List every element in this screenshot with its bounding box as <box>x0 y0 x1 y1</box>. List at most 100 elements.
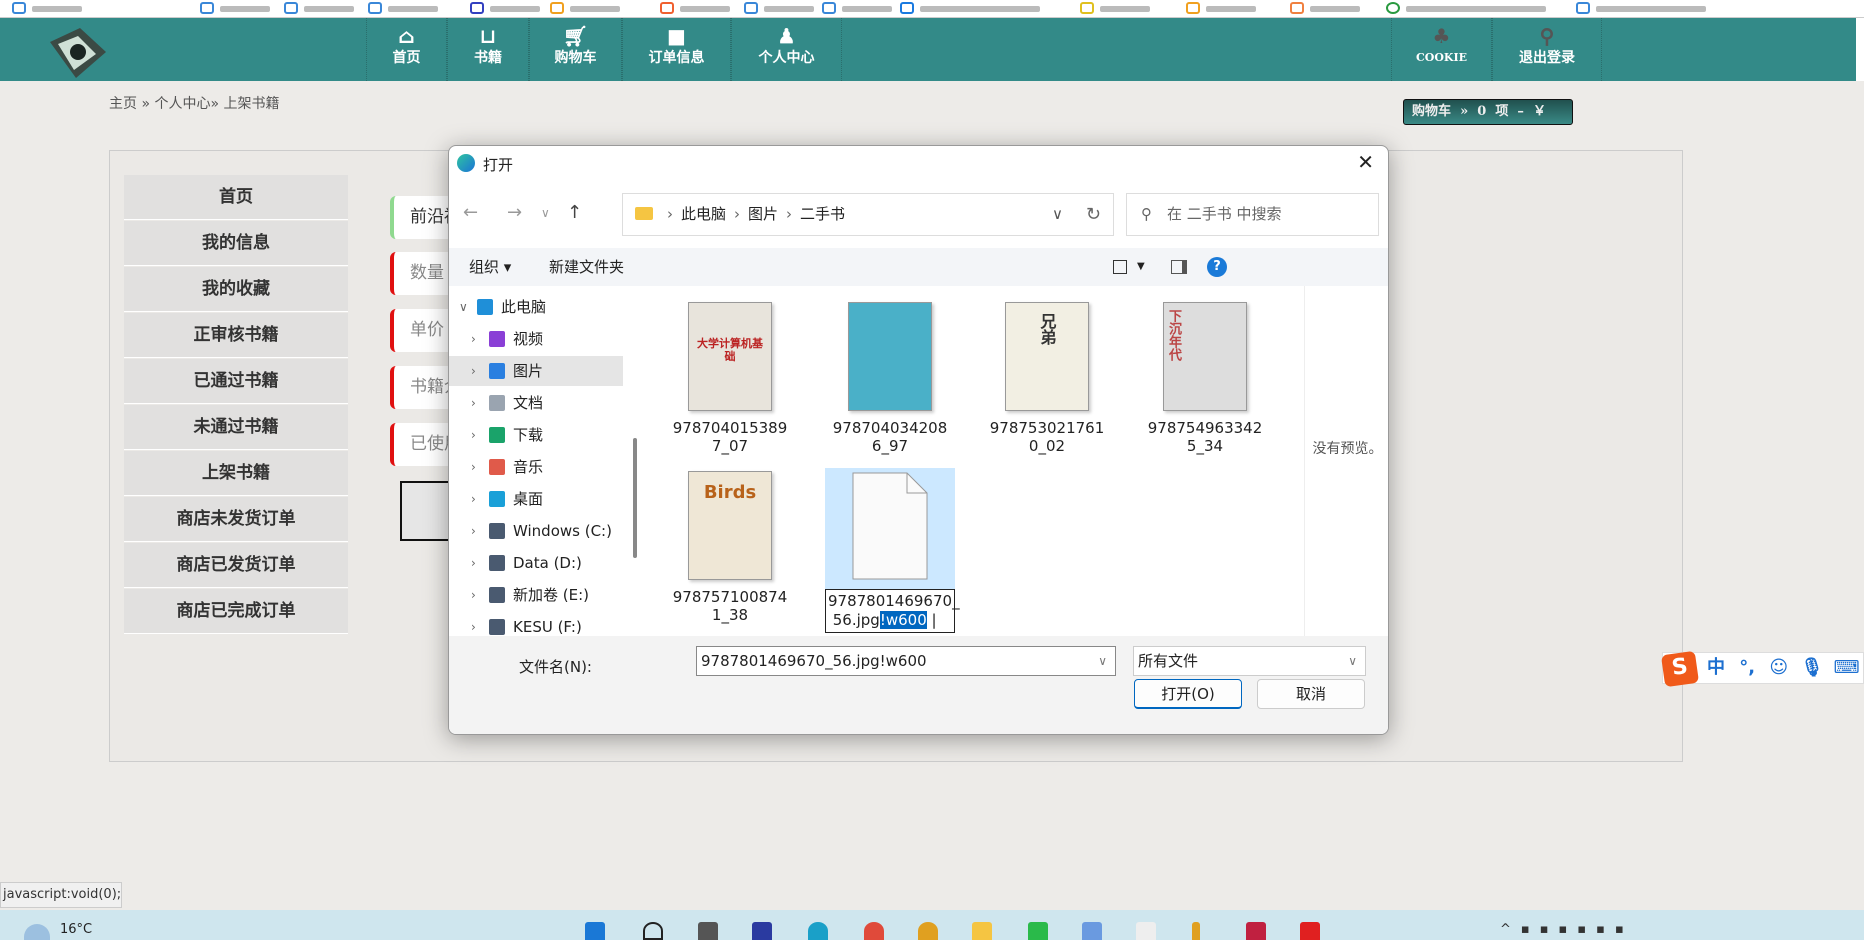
chevron-right-icon[interactable]: › <box>471 452 476 482</box>
up-icon[interactable]: ↑ <box>567 202 582 223</box>
bookmark-icon[interactable] <box>660 2 674 14</box>
view-dropdown-icon[interactable]: ▼ <box>1137 248 1145 286</box>
new-folder-button[interactable]: 新建文件夹 <box>549 248 624 286</box>
sidebar-item-list-book[interactable]: 上架书籍 <box>124 451 348 496</box>
chevron-right-icon[interactable]: › <box>471 388 476 418</box>
tree-item[interactable]: › 文档 <box>449 388 623 418</box>
sidebar-item-unshipped[interactable]: 商店未发货订单 <box>124 497 348 542</box>
system-tray-icons[interactable]: ^▪▪▪▪▪▪ <box>1500 922 1634 937</box>
bookmark-icon[interactable] <box>1576 2 1590 14</box>
nav-cart[interactable]: 🛒︎ 购物车 <box>529 18 622 81</box>
bookmark-icon[interactable] <box>200 2 214 14</box>
browser-icon[interactable] <box>864 922 884 940</box>
recent-dropdown-icon[interactable]: ∨ <box>541 206 550 220</box>
cancel-button[interactable]: 取消 <box>1257 679 1365 709</box>
bookmark-icon[interactable] <box>1080 2 1094 14</box>
bookmark-icon[interactable] <box>368 2 382 14</box>
view-icon[interactable] <box>1113 260 1127 274</box>
nav-profile[interactable]: ♟ 个人中心 <box>731 18 842 81</box>
bookmark-icon[interactable] <box>1186 2 1200 14</box>
nav-cookie[interactable]: ♣ COOKIE <box>1391 18 1492 81</box>
ime-toolbar[interactable]: S 中 °, ☺ 🎙︎ ⌨ <box>1660 650 1864 688</box>
bookmark-icon[interactable] <box>900 2 914 14</box>
bookmark-icon[interactable] <box>744 2 758 14</box>
chevron-right-icon[interactable]: › <box>471 580 476 610</box>
file-item[interactable]: 兄弟 978753021761 0_02 <box>972 302 1122 455</box>
breadcrumb-folder[interactable]: 二手书 <box>800 205 845 223</box>
tree-item[interactable]: › 桌面 <box>449 484 623 514</box>
nav-books[interactable]: ⊔ 书籍 <box>447 18 529 81</box>
sidebar-item-pending[interactable]: 正审核书籍 <box>124 313 348 358</box>
chevron-right-icon[interactable]: › <box>471 484 476 514</box>
sidebar-item-favorites[interactable]: 我的收藏 <box>124 267 348 312</box>
close-button[interactable]: ✕ <box>1357 150 1374 174</box>
sidebar-item-completed[interactable]: 商店已完成订单 <box>124 589 348 634</box>
nav-home[interactable]: ⌂ 首页 <box>366 18 447 81</box>
chevron-right-icon[interactable]: › <box>471 356 476 386</box>
back-icon[interactable]: ← <box>463 202 478 223</box>
search-icon[interactable] <box>643 922 663 940</box>
microphone-icon[interactable]: 🎙︎ <box>1800 657 1823 678</box>
chevron-right-icon[interactable]: › <box>471 420 476 450</box>
edge-icon[interactable] <box>808 922 828 940</box>
filename-input[interactable]: 9787801469670_56.jpg!w600 ∨ <box>696 646 1116 676</box>
tree-item[interactable]: › 新加卷 (E:) <box>449 580 623 610</box>
breadcrumb-pictures[interactable]: 图片 <box>748 205 778 223</box>
chrome-icon[interactable] <box>1386 2 1400 14</box>
keyboard-icon[interactable]: ⌨ <box>1834 657 1860 678</box>
nav-orders[interactable]: ■ 订单信息 <box>622 18 731 81</box>
cart-summary[interactable]: 购物车 » 0 项 – ￥ <box>1403 99 1573 125</box>
tree-item[interactable]: › 视频 <box>449 324 623 354</box>
chevron-down-icon[interactable]: ∨ <box>459 292 468 322</box>
tree-item[interactable]: ∨ 此电脑 <box>449 292 623 322</box>
start-icon[interactable] <box>585 922 605 940</box>
wechat-icon[interactable] <box>1028 922 1048 940</box>
sidebar-item-home[interactable]: 首页 <box>124 175 348 220</box>
address-bar[interactable]: › 此电脑 › 图片 › 二手书 ∨ ↻ <box>622 193 1114 236</box>
app-icon[interactable] <box>1300 922 1320 940</box>
nav-scrollbar[interactable] <box>633 438 637 558</box>
file-explorer-icon[interactable] <box>972 922 992 940</box>
app-icon[interactable] <box>1136 922 1156 940</box>
sidebar-item-approved[interactable]: 已通过书籍 <box>124 359 348 404</box>
baidu-icon[interactable] <box>470 2 484 14</box>
chevron-right-icon[interactable]: › <box>471 516 476 546</box>
tree-item[interactable]: › 下载 <box>449 420 623 450</box>
sidebar-item-shipped[interactable]: 商店已发货订单 <box>124 543 348 588</box>
tree-item[interactable]: › 音乐 <box>449 452 623 482</box>
app-icon[interactable] <box>1082 922 1102 940</box>
chevron-right-icon[interactable]: › <box>471 548 476 578</box>
task-view-icon[interactable] <box>698 922 718 940</box>
sidebar-item-rejected[interactable]: 未通过书籍 <box>124 405 348 450</box>
help-icon[interactable]: ? <box>1207 257 1227 277</box>
rename-input[interactable]: 9787801469670_ 56.jpg!w600 | <box>825 589 960 633</box>
tree-item[interactable]: › Data (D:) <box>449 548 623 578</box>
chevron-right-icon[interactable]: › <box>471 324 476 354</box>
tree-item[interactable]: › Windows (C:) <box>449 516 623 546</box>
open-button[interactable]: 打开(O) <box>1134 679 1242 709</box>
intellij-icon[interactable] <box>1246 922 1266 940</box>
tree-item[interactable]: › 图片 <box>449 356 623 386</box>
search-input[interactable]: ⚲ 在 二手书 中搜索 <box>1126 193 1379 236</box>
refresh-icon[interactable]: ↻ <box>1086 194 1101 235</box>
app-icon[interactable] <box>1192 922 1200 940</box>
file-item[interactable]: 978704034208 6_97 <box>815 302 965 455</box>
chevron-down-icon[interactable]: ∨ <box>1098 647 1107 675</box>
file-item-renaming[interactable]: 9787801469670_ 56.jpg!w600 | <box>825 471 960 633</box>
chevron-down-icon[interactable]: ∨ <box>1052 194 1063 235</box>
file-item[interactable]: 下沉年代 978754963342 5_34 <box>1130 302 1280 455</box>
bookmark-icon[interactable] <box>12 2 26 14</box>
emoji-icon[interactable]: ☺ <box>1769 657 1788 678</box>
site-logo[interactable] <box>40 22 112 84</box>
nav-logout[interactable]: ⚲ 退出登录 <box>1492 18 1602 81</box>
file-item[interactable]: 大学计算机基础 978704015389 7_07 <box>655 302 805 455</box>
file-item[interactable]: Birds 978757100874 1_38 <box>655 471 805 624</box>
app-icon[interactable] <box>752 922 772 940</box>
forward-icon[interactable]: → <box>507 202 522 223</box>
breadcrumb-this-pc[interactable]: 此电脑 <box>681 205 726 223</box>
bookmark-icon[interactable] <box>1290 2 1304 14</box>
bookmark-icon[interactable] <box>550 2 564 14</box>
sidebar-item-my-info[interactable]: 我的信息 <box>124 221 348 266</box>
chrome-icon[interactable] <box>918 922 938 940</box>
filetype-select[interactable]: 所有文件 ∨ <box>1133 646 1366 676</box>
